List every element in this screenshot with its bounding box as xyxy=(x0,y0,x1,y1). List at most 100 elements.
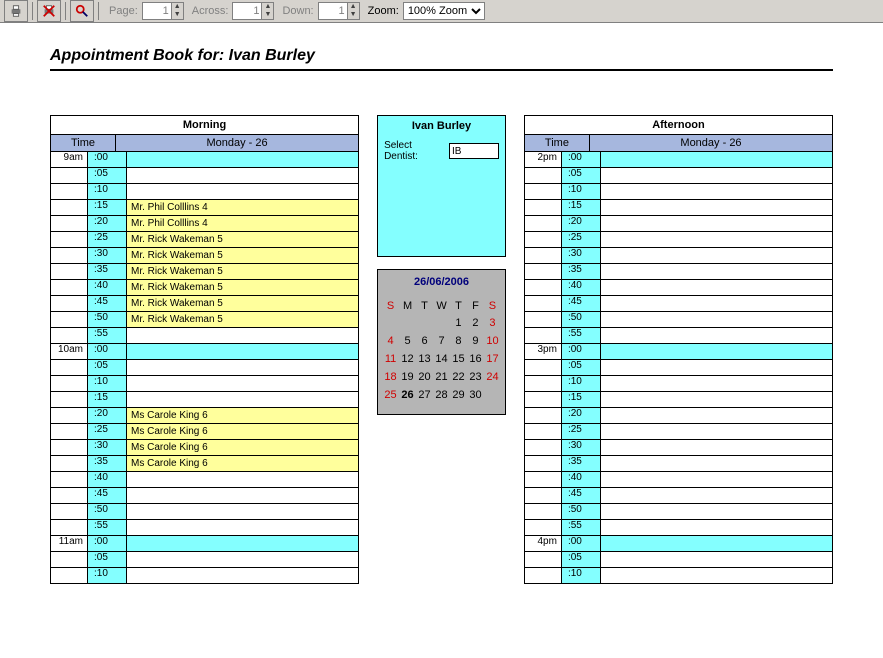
appointment-cell[interactable]: Mr. Rick Wakeman 5 xyxy=(127,248,358,263)
calendar-day-cell[interactable]: 9 xyxy=(467,332,484,350)
time-slot-row[interactable]: :50Mr. Rick Wakeman 5 xyxy=(51,311,358,327)
appointment-cell[interactable] xyxy=(127,184,358,199)
time-slot-row[interactable]: :15Mr. Phil Colllins 4 xyxy=(51,199,358,215)
arrow-down-icon[interactable]: ▼ xyxy=(172,11,183,19)
appointment-cell[interactable] xyxy=(127,488,358,503)
down-spinner[interactable]: ▲▼ xyxy=(318,2,360,20)
appointment-cell[interactable]: Ms Carole King 6 xyxy=(127,456,358,471)
appointment-cell[interactable]: Ms Carole King 6 xyxy=(127,440,358,455)
calendar-day-cell[interactable]: 1 xyxy=(450,314,467,332)
no-print-button[interactable] xyxy=(37,0,61,22)
time-slot-row[interactable]: :15 xyxy=(525,391,832,407)
time-slot-row[interactable]: :40 xyxy=(51,471,358,487)
calendar-day-cell[interactable]: 14 xyxy=(433,350,450,368)
calendar-day-cell[interactable]: 11 xyxy=(382,350,399,368)
appointment-cell[interactable]: Mr. Rick Wakeman 5 xyxy=(127,232,358,247)
time-slot-row[interactable]: 4pm:00 xyxy=(525,535,832,551)
time-slot-row[interactable]: :10 xyxy=(51,567,358,583)
time-slot-row[interactable]: :35Ms Carole King 6 xyxy=(51,455,358,471)
time-slot-row[interactable]: :05 xyxy=(525,359,832,375)
down-input[interactable] xyxy=(319,5,347,17)
appointment-cell[interactable] xyxy=(601,344,832,359)
calendar-day-cell[interactable]: 26 xyxy=(399,386,416,404)
calendar-day-cell[interactable]: 15 xyxy=(450,350,467,368)
appointment-cell[interactable]: Mr. Rick Wakeman 5 xyxy=(127,280,358,295)
appointment-cell[interactable]: Mr. Rick Wakeman 5 xyxy=(127,296,358,311)
time-slot-row[interactable]: :10 xyxy=(525,183,832,199)
appointment-cell[interactable] xyxy=(601,248,832,263)
calendar-day-cell[interactable]: 5 xyxy=(399,332,416,350)
appointment-cell[interactable] xyxy=(601,440,832,455)
time-slot-row[interactable]: :45 xyxy=(525,295,832,311)
calendar-day-cell[interactable]: 24 xyxy=(484,368,501,386)
time-slot-row[interactable]: 2pm:00 xyxy=(525,151,832,167)
calendar-day-cell[interactable]: 19 xyxy=(399,368,416,386)
appointment-cell[interactable] xyxy=(601,328,832,343)
calendar-day-cell[interactable]: 17 xyxy=(484,350,501,368)
calendar-day-cell[interactable]: 25 xyxy=(382,386,399,404)
page-spinner[interactable]: ▲▼ xyxy=(142,2,184,20)
calendar-day-cell[interactable]: 7 xyxy=(433,332,450,350)
time-slot-row[interactable]: :25 xyxy=(525,231,832,247)
appointment-cell[interactable] xyxy=(601,184,832,199)
arrow-up-icon[interactable]: ▲ xyxy=(262,3,273,11)
across-input[interactable] xyxy=(233,5,261,17)
appointment-cell[interactable] xyxy=(127,568,358,583)
time-slot-row[interactable]: :05 xyxy=(51,167,358,183)
time-slot-row[interactable]: :10 xyxy=(51,375,358,391)
appointment-cell[interactable] xyxy=(601,296,832,311)
appointment-cell[interactable] xyxy=(127,360,358,375)
time-slot-row[interactable]: :35 xyxy=(525,455,832,471)
appointment-cell[interactable]: Ms Carole King 6 xyxy=(127,408,358,423)
time-slot-row[interactable]: :55 xyxy=(525,327,832,343)
calendar-day-cell[interactable]: 10 xyxy=(484,332,501,350)
time-slot-row[interactable]: :55 xyxy=(51,327,358,343)
time-slot-row[interactable]: :30 xyxy=(525,439,832,455)
appointment-cell[interactable] xyxy=(601,536,832,551)
appointment-cell[interactable] xyxy=(601,232,832,247)
calendar-day-cell[interactable]: 27 xyxy=(416,386,433,404)
appointment-cell[interactable] xyxy=(127,376,358,391)
appointment-cell[interactable] xyxy=(601,568,832,583)
appointment-cell[interactable] xyxy=(601,152,832,167)
time-slot-row[interactable]: :30Mr. Rick Wakeman 5 xyxy=(51,247,358,263)
time-slot-row[interactable]: :40Mr. Rick Wakeman 5 xyxy=(51,279,358,295)
calendar-day-cell[interactable]: 12 xyxy=(399,350,416,368)
appointment-cell[interactable] xyxy=(601,168,832,183)
time-slot-row[interactable]: :45 xyxy=(51,487,358,503)
appointment-cell[interactable]: Mr. Phil Colllins 4 xyxy=(127,216,358,231)
time-slot-row[interactable]: :15 xyxy=(525,199,832,215)
time-slot-row[interactable]: :05 xyxy=(51,359,358,375)
calendar-day-cell[interactable]: 2 xyxy=(467,314,484,332)
appointment-cell[interactable] xyxy=(601,264,832,279)
appointment-cell[interactable] xyxy=(601,200,832,215)
time-slot-row[interactable]: :50 xyxy=(525,311,832,327)
page-input[interactable] xyxy=(143,5,171,17)
across-spinner[interactable]: ▲▼ xyxy=(232,2,274,20)
time-slot-row[interactable]: 11am:00 xyxy=(51,535,358,551)
zoom-button[interactable] xyxy=(70,0,94,22)
appointment-cell[interactable]: Mr. Rick Wakeman 5 xyxy=(127,312,358,327)
appointment-cell[interactable] xyxy=(601,392,832,407)
time-slot-row[interactable]: :25 xyxy=(525,423,832,439)
calendar-day-cell[interactable]: 23 xyxy=(467,368,484,386)
calendar-day-cell[interactable]: 13 xyxy=(416,350,433,368)
time-slot-row[interactable]: :05 xyxy=(525,167,832,183)
appointment-cell[interactable] xyxy=(127,472,358,487)
calendar-day-cell[interactable]: 8 xyxy=(450,332,467,350)
time-slot-row[interactable]: 9am:00 xyxy=(51,151,358,167)
appointment-cell[interactable] xyxy=(127,552,358,567)
appointment-cell[interactable] xyxy=(601,520,832,535)
calendar-day-cell[interactable]: 18 xyxy=(382,368,399,386)
time-slot-row[interactable]: :30Ms Carole King 6 xyxy=(51,439,358,455)
print-button[interactable] xyxy=(4,0,28,22)
appointment-cell[interactable] xyxy=(601,312,832,327)
time-slot-row[interactable]: :10 xyxy=(525,567,832,583)
appointment-cell[interactable] xyxy=(601,408,832,423)
time-slot-row[interactable]: :40 xyxy=(525,471,832,487)
appointment-cell[interactable] xyxy=(127,536,358,551)
arrow-down-icon[interactable]: ▼ xyxy=(348,11,359,19)
appointment-cell[interactable] xyxy=(601,488,832,503)
time-slot-row[interactable]: :10 xyxy=(51,183,358,199)
arrow-up-icon[interactable]: ▲ xyxy=(348,3,359,11)
